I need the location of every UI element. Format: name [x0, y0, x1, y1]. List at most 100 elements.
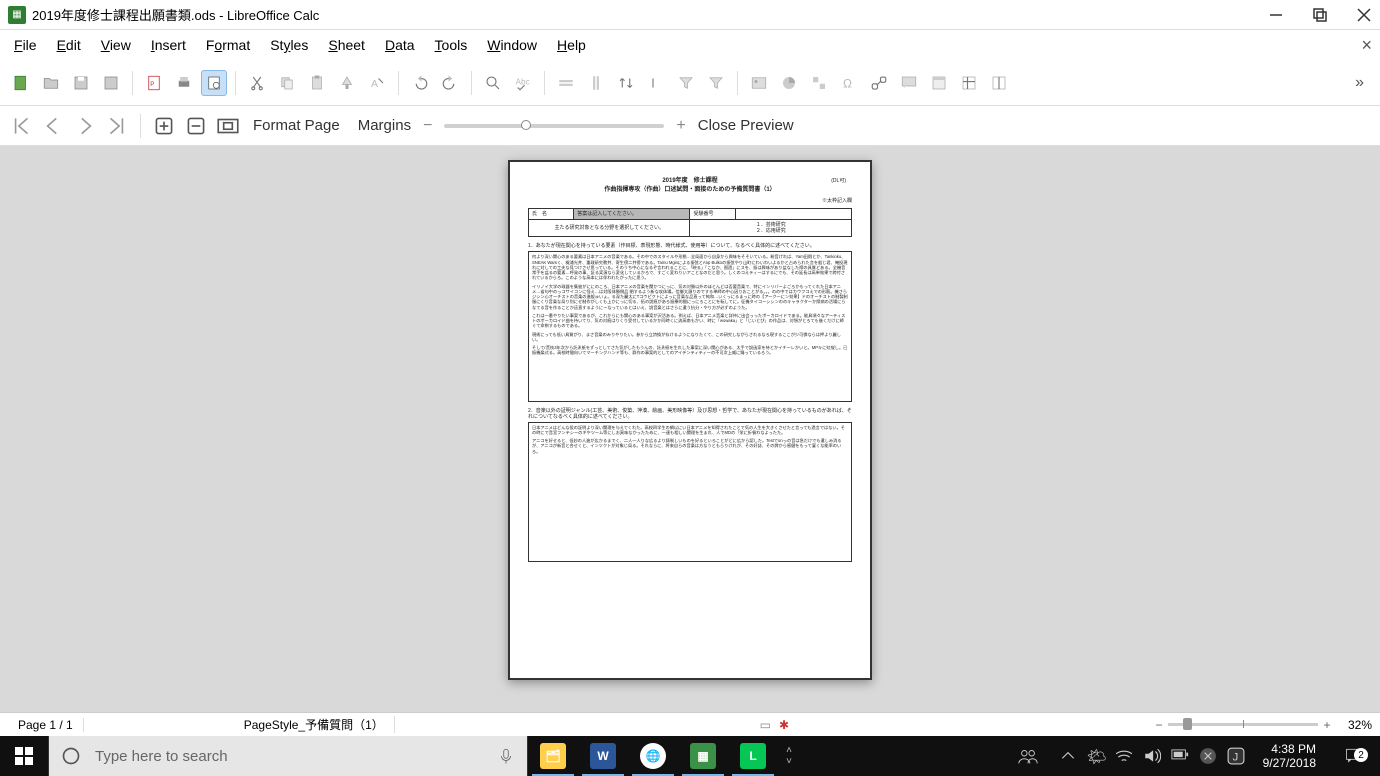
- comment-button[interactable]: [896, 70, 922, 96]
- first-page-button[interactable]: [8, 113, 34, 139]
- chart-button[interactable]: [776, 70, 802, 96]
- menu-sheet[interactable]: Sheet: [318, 33, 375, 57]
- main-toolbar: P A Abc Ω »: [0, 60, 1380, 106]
- clone-format-button[interactable]: [334, 70, 360, 96]
- menu-window[interactable]: Window: [477, 33, 547, 57]
- menu-edit[interactable]: Edit: [47, 33, 91, 57]
- menu-file[interactable]: File: [4, 33, 47, 57]
- special-char-button[interactable]: Ω: [836, 70, 862, 96]
- name-field: 答案は記入してください。: [574, 209, 690, 220]
- app-line[interactable]: L: [728, 736, 778, 776]
- app-chrome[interactable]: 🌐: [628, 736, 678, 776]
- export-pdf-button[interactable]: P: [141, 70, 167, 96]
- volume-icon[interactable]: [1143, 747, 1161, 765]
- new-button[interactable]: [8, 70, 34, 96]
- app-libreoffice-calc[interactable]: ▦: [678, 736, 728, 776]
- zoom-value[interactable]: 32%: [1348, 718, 1372, 732]
- menu-view[interactable]: View: [91, 33, 141, 57]
- header-button[interactable]: [926, 70, 952, 96]
- menu-styles[interactable]: Styles: [260, 33, 318, 57]
- toolbar-overflow-button[interactable]: »: [1347, 74, 1372, 92]
- undo-button[interactable]: [407, 70, 433, 96]
- cortana-icon: [61, 746, 81, 766]
- tray-overflow-icon[interactable]: [1059, 747, 1077, 765]
- maximize-button[interactable]: [1312, 7, 1328, 23]
- row-button[interactable]: [553, 70, 579, 96]
- freeze-button[interactable]: [956, 70, 982, 96]
- zoom-out-button[interactable]: [183, 113, 209, 139]
- app-word[interactable]: W: [578, 736, 628, 776]
- page-header-sub: ※太枠記入欄: [528, 198, 852, 204]
- ime-icon[interactable]: J: [1227, 747, 1245, 765]
- battery-icon[interactable]: [1171, 747, 1189, 765]
- hyperlink-button[interactable]: [866, 70, 892, 96]
- sort-asc-button[interactable]: [613, 70, 639, 96]
- zoom-slider[interactable]: [1168, 723, 1318, 726]
- last-page-button[interactable]: [104, 113, 130, 139]
- open-button[interactable]: [38, 70, 64, 96]
- menu-insert[interactable]: Insert: [141, 33, 196, 57]
- close-button[interactable]: [1356, 7, 1372, 23]
- status-style: PageStyle_予備質問（1）: [234, 716, 395, 733]
- minimize-button[interactable]: [1268, 7, 1284, 23]
- redo-button[interactable]: [437, 70, 463, 96]
- windows-taskbar: Type here to search 🗂 W 🌐 ▦ L ˄˅ 🌤 J 4:3…: [0, 736, 1380, 776]
- people-button[interactable]: [1007, 745, 1049, 767]
- taskbar-search[interactable]: Type here to search: [48, 736, 528, 776]
- preview-canvas[interactable]: (DL可) 2019年度 修士課程 作曲指揮専攻（作曲）口述試問・面接のための予…: [0, 146, 1380, 712]
- column-button[interactable]: [583, 70, 609, 96]
- find-button[interactable]: [480, 70, 506, 96]
- app-file-explorer[interactable]: 🗂: [528, 736, 578, 776]
- svg-text:J: J: [1232, 752, 1238, 764]
- weather-icon[interactable]: 🌤: [1087, 747, 1105, 765]
- menu-format[interactable]: Format: [196, 33, 260, 57]
- prev-page-button[interactable]: [40, 113, 66, 139]
- format-page-button[interactable]: Format Page: [247, 117, 346, 134]
- insert-mode-icon[interactable]: ▭: [760, 718, 771, 732]
- autofilter-b-button[interactable]: [703, 70, 729, 96]
- autofilter-a-button[interactable]: [673, 70, 699, 96]
- action-center-button[interactable]: 2: [1334, 746, 1374, 766]
- margins-button[interactable]: Margins: [352, 117, 417, 134]
- close-preview-button[interactable]: Close Preview: [692, 117, 800, 134]
- paste-button[interactable]: [304, 70, 330, 96]
- options-cell: １．芸術研究 ２．応用研究: [690, 220, 852, 237]
- modified-icon[interactable]: ✱: [779, 718, 789, 732]
- slider-plus-icon[interactable]: +: [676, 117, 685, 135]
- page-dl-marker: (DL可): [831, 178, 846, 184]
- zoom-in-button[interactable]: [151, 113, 177, 139]
- zoom-minus-button[interactable]: −: [1154, 718, 1164, 732]
- start-button[interactable]: [0, 736, 48, 776]
- cut-button[interactable]: [244, 70, 270, 96]
- menu-help[interactable]: Help: [547, 33, 596, 57]
- mic-icon[interactable]: [497, 745, 515, 767]
- menu-data[interactable]: Data: [375, 33, 425, 57]
- clear-format-button[interactable]: A: [364, 70, 390, 96]
- preview-zoom-slider[interactable]: [444, 124, 664, 128]
- save-button[interactable]: [68, 70, 94, 96]
- zoom-plus-button[interactable]: +: [1322, 718, 1332, 732]
- tray-app-icon[interactable]: [1199, 747, 1217, 765]
- save-as-button[interactable]: [98, 70, 124, 96]
- title-bar: ▦ 2019年度修士課程出願書類.ods - LibreOffice Calc: [0, 0, 1380, 30]
- print-button[interactable]: [171, 70, 197, 96]
- print-preview-button[interactable]: [201, 70, 227, 96]
- taskbar-chevrons[interactable]: ˄˅: [778, 745, 800, 767]
- image-button[interactable]: [746, 70, 772, 96]
- document-close-icon[interactable]: ×: [1361, 35, 1372, 56]
- spellcheck-button[interactable]: Abc: [510, 70, 536, 96]
- copy-button[interactable]: [274, 70, 300, 96]
- label-examno: 受験番号: [690, 209, 735, 220]
- preview-toolbar: Format Page Margins − + Close Preview: [0, 106, 1380, 146]
- menu-tools[interactable]: Tools: [425, 33, 478, 57]
- slider-minus-icon[interactable]: −: [423, 117, 432, 135]
- svg-text:P: P: [150, 82, 154, 88]
- sort-desc-button[interactable]: [643, 70, 669, 96]
- full-screen-button[interactable]: [215, 113, 241, 139]
- split-button[interactable]: [986, 70, 1012, 96]
- wifi-icon[interactable]: [1115, 747, 1133, 765]
- next-page-button[interactable]: [72, 113, 98, 139]
- svg-text:Abc: Abc: [516, 77, 530, 86]
- clock[interactable]: 4:38 PM 9/27/2018: [1255, 742, 1324, 771]
- pivot-button[interactable]: [806, 70, 832, 96]
